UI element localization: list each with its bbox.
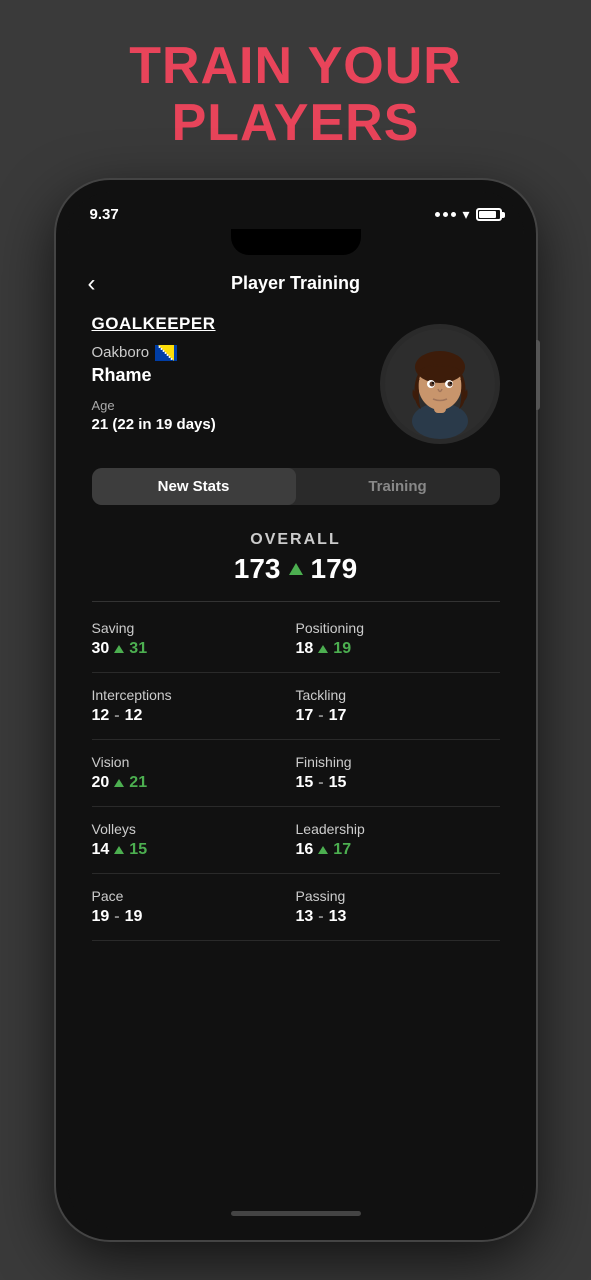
app-content: ‹ Player Training GOALKEEPER Oakboro [68, 259, 524, 1199]
player-position: GOALKEEPER [92, 314, 370, 334]
stat-interceptions: Interceptions 12 - 12 [92, 673, 296, 740]
stat-leadership: Leadership 16 17 [296, 807, 500, 874]
stat-pos-old: 18 [296, 640, 314, 658]
stat-tack-old: 17 [296, 707, 314, 725]
stat-vol-old: 14 [92, 841, 110, 859]
stat-vis-old: 20 [92, 774, 110, 792]
stat-lead-new: 17 [333, 841, 351, 859]
stat-pos-new: 19 [333, 640, 351, 658]
stat-vis-new: 21 [129, 774, 147, 792]
page-title: TRAIN YOURPLAYERS [129, 38, 462, 152]
back-button[interactable]: ‹ [88, 270, 96, 298]
stat-pace-old: 19 [92, 908, 110, 926]
stat-vis-value: 20 21 [92, 774, 280, 792]
overall-section: OVERALL 173 179 [68, 521, 524, 597]
stat-finishing: Finishing 15 - 15 [296, 740, 500, 807]
phone-inner: 9.37 ▾ ‹ Player Training [68, 192, 524, 1228]
phone-outer: 9.37 ▾ ‹ Player Training [56, 180, 536, 1240]
notch [231, 229, 361, 255]
signal-icon [435, 212, 456, 217]
stat-int-new: 12 [125, 707, 143, 725]
status-bar: 9.37 ▾ [68, 192, 524, 229]
stat-int-label: Interceptions [92, 687, 280, 703]
overall-old: 173 [234, 553, 281, 585]
stat-pass-old: 13 [296, 908, 314, 926]
notch-area [68, 229, 524, 259]
stat-tackling: Tackling 17 - 17 [296, 673, 500, 740]
tab-new-stats[interactable]: New Stats [92, 468, 296, 505]
stat-fin-new: 15 [329, 774, 347, 792]
stat-tack-value: 17 - 17 [296, 707, 492, 725]
tab-training[interactable]: Training [296, 468, 500, 505]
home-bar [231, 1211, 361, 1216]
stat-vol-label: Volleys [92, 821, 280, 837]
stat-pass-sep: - [318, 908, 323, 926]
screen-title: Player Training [231, 273, 360, 294]
wifi-icon: ▾ [462, 206, 469, 223]
player-avatar [380, 324, 500, 444]
stat-tack-sep: - [318, 707, 323, 725]
stat-saving-old: 30 [92, 640, 110, 658]
stat-lead-value: 16 17 [296, 841, 492, 859]
flag-icon [155, 345, 177, 361]
stat-positioning: Positioning 18 19 [296, 606, 500, 673]
stat-fin-label: Finishing [296, 754, 492, 770]
stat-fin-old: 15 [296, 774, 314, 792]
stat-vis-label: Vision [92, 754, 280, 770]
stat-saving-new: 31 [129, 640, 147, 658]
stat-int-old: 12 [92, 707, 110, 725]
stat-passing: Passing 13 - 13 [296, 874, 500, 941]
status-time: 9.37 [90, 206, 119, 223]
stat-saving-arrow [114, 645, 124, 653]
overall-new: 179 [311, 553, 358, 585]
stats-grid: Saving 30 31 Positioning 18 19 [68, 606, 524, 941]
stat-saving-label: Saving [92, 620, 280, 636]
stat-pace-value: 19 - 19 [92, 908, 280, 926]
stats-divider [92, 601, 500, 602]
club-name: Oakboro [92, 344, 150, 361]
age-value: 21 (22 in 19 days) [92, 416, 370, 433]
overall-value: 173 179 [92, 553, 500, 585]
player-section: GOALKEEPER Oakboro [68, 304, 524, 460]
club-row: Oakboro [92, 344, 370, 361]
stat-vol-arrow [114, 846, 124, 854]
stat-volleys: Volleys 14 15 [92, 807, 296, 874]
stat-saving-value: 30 31 [92, 640, 280, 658]
stat-vol-new: 15 [129, 841, 147, 859]
stat-lead-label: Leadership [296, 821, 492, 837]
age-label: Age [92, 398, 370, 413]
avatar-image [385, 329, 495, 439]
stat-pace-label: Pace [92, 888, 280, 904]
stat-pass-label: Passing [296, 888, 492, 904]
stat-positioning-label: Positioning [296, 620, 492, 636]
stat-pace: Pace 19 - 19 [92, 874, 296, 941]
stat-pace-sep: - [114, 908, 119, 926]
tab-bar: New Stats Training [92, 468, 500, 505]
stat-fin-value: 15 - 15 [296, 774, 492, 792]
stat-fin-sep: - [318, 774, 323, 792]
stat-pass-value: 13 - 13 [296, 908, 492, 926]
stat-tack-new: 17 [329, 707, 347, 725]
stat-vision: Vision 20 21 [92, 740, 296, 807]
stat-lead-arrow [318, 846, 328, 854]
stat-int-value: 12 - 12 [92, 707, 280, 725]
home-indicator [68, 1199, 524, 1228]
nav-header: ‹ Player Training [68, 259, 524, 304]
status-icons: ▾ [435, 206, 501, 223]
player-name: Rhame [92, 365, 370, 386]
overall-label: OVERALL [92, 531, 500, 549]
stat-tack-label: Tackling [296, 687, 492, 703]
stat-pass-new: 13 [329, 908, 347, 926]
stat-pos-arrow [318, 645, 328, 653]
battery-icon [476, 208, 502, 221]
player-info: GOALKEEPER Oakboro [92, 314, 370, 433]
stat-lead-old: 16 [296, 841, 314, 859]
stat-vis-arrow [114, 779, 124, 787]
stat-positioning-value: 18 19 [296, 640, 492, 658]
overall-arrow-icon [289, 563, 303, 575]
stat-saving: Saving 30 31 [92, 606, 296, 673]
stat-vol-value: 14 15 [92, 841, 280, 859]
stat-pace-new: 19 [125, 908, 143, 926]
stat-int-sep: - [114, 707, 119, 725]
